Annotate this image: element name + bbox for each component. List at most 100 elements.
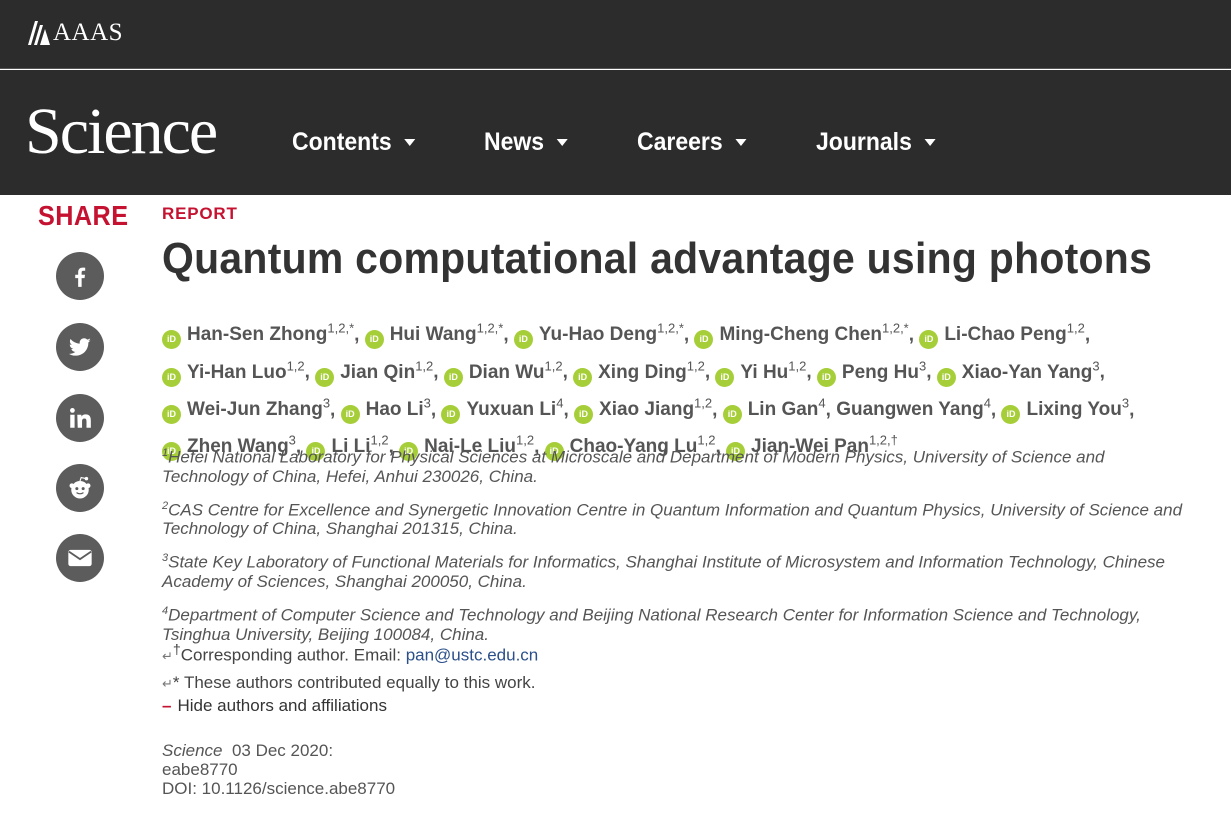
nav-contents-label: Contents [292,128,392,156]
share-reddit-button[interactable] [56,464,104,512]
author-name[interactable]: Li-Chao Peng [944,324,1066,345]
author-item: iD Hao Li3 [340,395,431,424]
author-name[interactable]: Han-Sen Zhong [187,324,327,345]
orcid-icon[interactable]: iD [340,404,360,424]
orcid-icon[interactable]: iD [162,404,181,424]
author-affiliation-marker: 1,2 [1066,321,1085,336]
author-name[interactable]: Lin Gan [748,399,819,420]
share-linkedin-button[interactable] [56,394,104,442]
nav-careers[interactable]: Careers [637,128,747,157]
affiliation-item: 3State Key Laboratory of Functional Mate… [162,549,1192,591]
affiliation-item: 2CAS Centre for Excellence and Synergeti… [162,497,1192,539]
dagger-mark: † [172,642,181,658]
return-arrow-icon: ↵ [162,648,173,664]
author-item: iD Han-Sen Zhong1,2,* [162,321,355,350]
author-name[interactable]: Guangwen Yang [836,399,983,420]
author-item: iD Yu-Hao Deng1,2,* [513,321,684,350]
author-affiliation-marker: 4 [983,395,991,411]
nav-news[interactable]: News [484,128,569,157]
orcid-icon[interactable]: iD [162,330,181,350]
orcid-icon[interactable]: iD [816,367,836,387]
science-logo[interactable]: Science [25,92,218,172]
author-item: iD Dian Wu1,2 [443,358,563,387]
orcid-icon[interactable]: iD [364,330,384,350]
author-affiliation-marker: 3 [1121,395,1130,411]
author-name[interactable]: Yi-Han Luo [187,362,287,383]
author-item: iD Li-Chao Peng1,2 [919,321,1085,350]
author-affiliation-marker: 1,2 [694,395,713,411]
email-icon [68,549,92,567]
orcid-icon[interactable]: iD [573,367,593,387]
author-affiliation-marker: 3 [322,395,331,411]
citation-journal: Science [162,741,223,760]
orcid-icon[interactable]: iD [1001,404,1021,424]
nav-careers-label: Careers [637,128,723,156]
author-item: Guangwen Yang4 [836,395,991,420]
nav-journals-label: Journals [816,128,912,156]
author-affiliation-marker: 1,2 [286,358,305,374]
equal-contribution-note: ↵* These authors contributed equally to … [162,673,535,693]
affiliation-text: State Key Laboratory of Functional Mater… [162,552,1166,591]
chevron-down-icon [404,139,416,146]
corresponding-email-link[interactable]: pan@ustc.edu.cn [406,646,539,665]
orcid-icon[interactable]: iD [162,367,181,387]
orcid-icon[interactable]: iD [443,367,463,387]
chevron-down-icon [735,139,747,146]
orcid-icon[interactable]: iD [919,330,939,350]
affiliations-list: 1Hefei National Laboratory for Physical … [162,444,1192,655]
author-item: iD Xing Ding1,2 [573,358,705,387]
orcid-icon[interactable]: iD [936,367,956,387]
author-name[interactable]: Peng Hu [842,362,919,383]
author-affiliation-marker: 1,2,* [327,321,355,336]
citation-doi: DOI: 10.1126/science.abe8770 [162,779,396,798]
share-email-button[interactable] [56,534,104,582]
facebook-icon [75,267,86,287]
orcid-icon[interactable]: iD [441,404,461,424]
author-name[interactable]: Wei-Jun Zhang [187,399,323,420]
author-name[interactable]: Yi Hu [740,362,788,383]
nav-journals[interactable]: Journals [816,128,936,157]
share-facebook-button[interactable] [56,252,104,300]
citation-article-id: eabe8770 [162,760,238,779]
affiliation-text: Hefei National Laboratory for Physical S… [162,447,1105,486]
author-name[interactable]: Hao Li [366,399,424,420]
affiliation-text: Department of Computer Science and Techn… [162,605,1141,644]
author-affiliation-marker: 3 [423,395,431,411]
author-name[interactable]: Xiao Jiang [599,399,694,420]
orcid-icon[interactable]: iD [694,330,714,350]
citation-block: Science 03 Dec 2020: eabe8770 DOI: 10.11… [162,741,395,798]
author-affiliation-marker: 1,2,* [657,321,684,336]
main-navbar: Science Contents News Careers Journals [0,70,1231,195]
orcid-icon[interactable]: iD [722,404,742,424]
author-name[interactable]: Yu-Hao Deng [539,324,657,345]
nav-contents[interactable]: Contents [292,128,416,157]
orcid-icon[interactable]: iD [574,404,594,424]
author-name[interactable]: Jian Qin [340,362,415,383]
orcid-icon[interactable]: iD [513,330,533,350]
author-name[interactable]: Xing Ding [598,362,687,383]
hide-authors-toggle[interactable]: – Hide authors and affiliations [162,696,387,716]
author-affiliation-marker: 3 [1092,358,1100,374]
author-item: iD Xiao-Yan Yang3 [936,358,1100,387]
aaas-logo[interactable]: AAAS [27,20,123,46]
author-name[interactable]: Ming-Cheng Chen [719,324,882,345]
author-name[interactable]: Yuxuan Li [466,399,556,420]
author-item: iD Wei-Jun Zhang3 [162,395,331,424]
author-item: iD Ming-Cheng Chen1,2,* [694,321,909,350]
author-name[interactable]: Hui Wang [390,324,477,345]
corresponding-author-note: ↵†Corresponding author. Email: pan@ustc.… [162,642,538,666]
aaas-mark-icon [28,21,50,45]
author-name[interactable]: Lixing You [1026,399,1121,420]
author-list: iD Han-Sen Zhong1,2,*, iD Hui Wang1,2,*, i… [162,313,1172,462]
share-twitter-button[interactable] [56,323,104,371]
author-name[interactable]: Xiao-Yan Yang [962,362,1093,383]
orcid-icon[interactable]: iD [715,367,735,387]
author-name[interactable]: Dian Wu [469,362,545,383]
author-affiliation-marker: 1,2,* [476,321,504,336]
orcid-icon[interactable]: iD [315,367,335,387]
author-item: iD Lixing You3 [1001,395,1130,424]
author-affiliation-marker: 3 [918,358,927,374]
author-item: iD Hui Wang1,2,* [364,321,504,350]
share-title: SHARE [38,200,129,231]
return-arrow-icon: ↵ [162,676,173,691]
